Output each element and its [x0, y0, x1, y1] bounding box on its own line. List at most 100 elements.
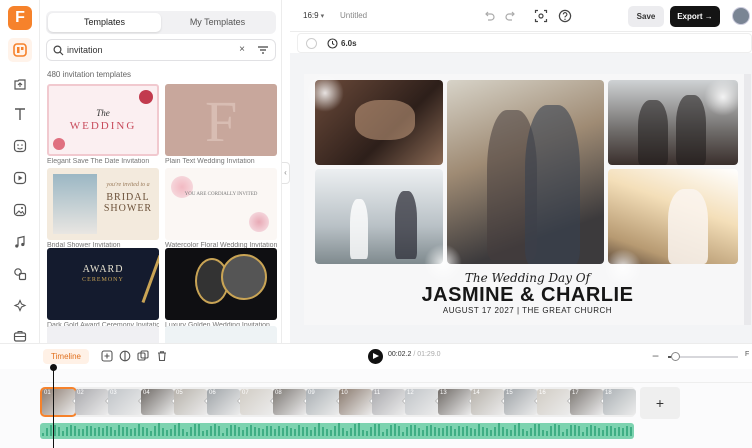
waveform-bar	[62, 430, 64, 436]
redo-icon[interactable]	[504, 9, 518, 23]
template-card[interactable]: F Plain Text Wedding Invitation	[165, 84, 277, 165]
timeline-clip[interactable]: 11	[372, 389, 405, 415]
avatar[interactable]	[732, 7, 750, 25]
waveform-bar	[506, 429, 508, 436]
image-icon[interactable]	[8, 198, 32, 222]
timeline-clip[interactable]: 10	[339, 389, 372, 415]
waveform-bar	[42, 433, 44, 436]
timeline-clip[interactable]: 08	[273, 389, 306, 415]
timeline-clip[interactable]: 02	[75, 389, 108, 415]
template-card[interactable]: Luxury Golden Wedding Invitation	[165, 248, 277, 329]
waveform-bar	[522, 428, 524, 436]
photo-couple-main[interactable]	[447, 80, 604, 264]
search-value: invitation	[67, 45, 103, 55]
search-input[interactable]: invitation ×	[46, 39, 276, 61]
text-icon[interactable]	[8, 102, 32, 126]
template-card[interactable]	[47, 326, 159, 343]
waveform-bar	[314, 427, 316, 436]
video-icon[interactable]	[8, 166, 32, 190]
audio-track[interactable]	[40, 423, 634, 439]
playhead[interactable]	[53, 365, 54, 448]
timeline-clip[interactable]: 01	[40, 387, 77, 417]
wedding-subtitle[interactable]: The Wedding Day Of	[304, 271, 751, 285]
tab-my-templates[interactable]: My Templates	[161, 13, 274, 32]
waveform-bar	[262, 428, 264, 436]
timeline-clip[interactable]: 06	[207, 389, 240, 415]
template-card[interactable]: The WEDDING Elegant Save The Date Invita…	[47, 84, 159, 165]
waveform-bar	[362, 429, 364, 436]
template-thumbnail: AWARD CEREMONY	[47, 248, 159, 320]
timeline-clip[interactable]: 16	[537, 389, 570, 415]
app-logo[interactable]: F	[8, 6, 32, 30]
photo-couple-walking[interactable]	[315, 169, 443, 264]
add-clip-button[interactable]: +	[640, 387, 680, 419]
undo-icon[interactable]	[482, 9, 496, 23]
timeline-clip[interactable]: 04	[141, 389, 174, 415]
export-button[interactable]: Export →	[670, 6, 720, 27]
timeline-clip[interactable]: 07	[240, 389, 273, 415]
waveform-bar	[122, 427, 124, 436]
timeline-clip[interactable]: 14	[471, 389, 504, 415]
couple-names[interactable]: JASMINE & CHARLIE	[304, 284, 751, 307]
timeline-clip[interactable]: 15	[504, 389, 537, 415]
playhead-handle[interactable]	[50, 364, 57, 371]
template-card[interactable]: AWARD CEREMONY Dark Gold Award Ceremony …	[47, 248, 159, 329]
tab-templates[interactable]: Templates	[48, 13, 161, 32]
filter-icon[interactable]	[257, 44, 269, 56]
template-card[interactable]: you're invited to a BRIDAL SHOWER Bridal…	[47, 168, 159, 249]
sticker-icon[interactable]	[8, 134, 32, 158]
waveform-bar	[590, 425, 592, 436]
waveform-bar	[498, 423, 500, 436]
clear-search-icon[interactable]: ×	[239, 44, 245, 55]
template-card[interactable]: YOU ARE CORDIALLY INVITED Watercolor Flo…	[165, 168, 277, 249]
waveform-bar	[114, 429, 116, 436]
waveform-bar	[326, 428, 328, 436]
timeline-clip[interactable]: 18	[603, 389, 636, 415]
timeline-clip[interactable]: 09	[306, 389, 339, 415]
scene-duration[interactable]: 6.0s	[341, 39, 357, 48]
waveform-bar	[258, 428, 260, 436]
split-icon[interactable]	[119, 350, 131, 362]
save-button[interactable]: Save	[628, 6, 664, 27]
upload-icon[interactable]	[8, 72, 32, 96]
figure-bride	[668, 189, 708, 264]
date-location[interactable]: AUGUST 17 2027 | THE GREAT CHURCH	[304, 306, 751, 315]
chevron-down-icon: ▾	[320, 13, 325, 20]
screenshot-icon[interactable]	[534, 9, 548, 23]
timeline-clip[interactable]: 12	[405, 389, 438, 415]
waveform-bar	[502, 427, 504, 436]
templates-nav-icon[interactable]	[8, 38, 32, 62]
fit-button[interactable]: F	[745, 351, 749, 358]
aspect-ratio-select[interactable]: 16:9 ▾	[303, 11, 324, 20]
template-card[interactable]	[165, 326, 277, 343]
help-icon[interactable]	[558, 9, 572, 23]
scene-toggle[interactable]	[306, 38, 317, 49]
delete-icon[interactable]	[156, 350, 168, 362]
waveform-bar	[126, 426, 128, 436]
timeline-ruler[interactable]	[40, 369, 752, 383]
waveform-bar	[230, 425, 232, 436]
zoom-out-button[interactable]: −	[652, 349, 659, 363]
elements-icon[interactable]	[8, 262, 32, 286]
waveform-bar	[450, 426, 452, 436]
document-title[interactable]: Untitled	[340, 11, 367, 20]
effects-icon[interactable]	[8, 294, 32, 318]
waveform-bar	[490, 430, 492, 436]
collapse-panel-handle[interactable]: ‹	[282, 162, 290, 184]
duplicate-icon[interactable]	[137, 350, 149, 362]
waveform-bar	[158, 423, 160, 436]
clip-number: 08	[275, 390, 282, 396]
timeline-clip[interactable]: 03	[108, 389, 141, 415]
waveform-bar	[238, 427, 240, 436]
timeline-clip[interactable]: 13	[438, 389, 471, 415]
zoom-slider-handle[interactable]	[671, 352, 680, 361]
play-button[interactable]	[368, 349, 383, 364]
timeline-toggle[interactable]: Timeline	[43, 349, 89, 364]
timeline-clip[interactable]: 05	[174, 389, 207, 415]
add-scene-icon[interactable]	[101, 350, 113, 362]
waveform-bar	[538, 423, 540, 436]
video-canvas[interactable]: The Wedding Day Of JASMINE & CHARLIE AUG…	[304, 74, 751, 325]
music-icon[interactable]	[8, 230, 32, 254]
timeline-clip[interactable]: 17	[570, 389, 603, 415]
flower-decoration	[704, 78, 742, 116]
